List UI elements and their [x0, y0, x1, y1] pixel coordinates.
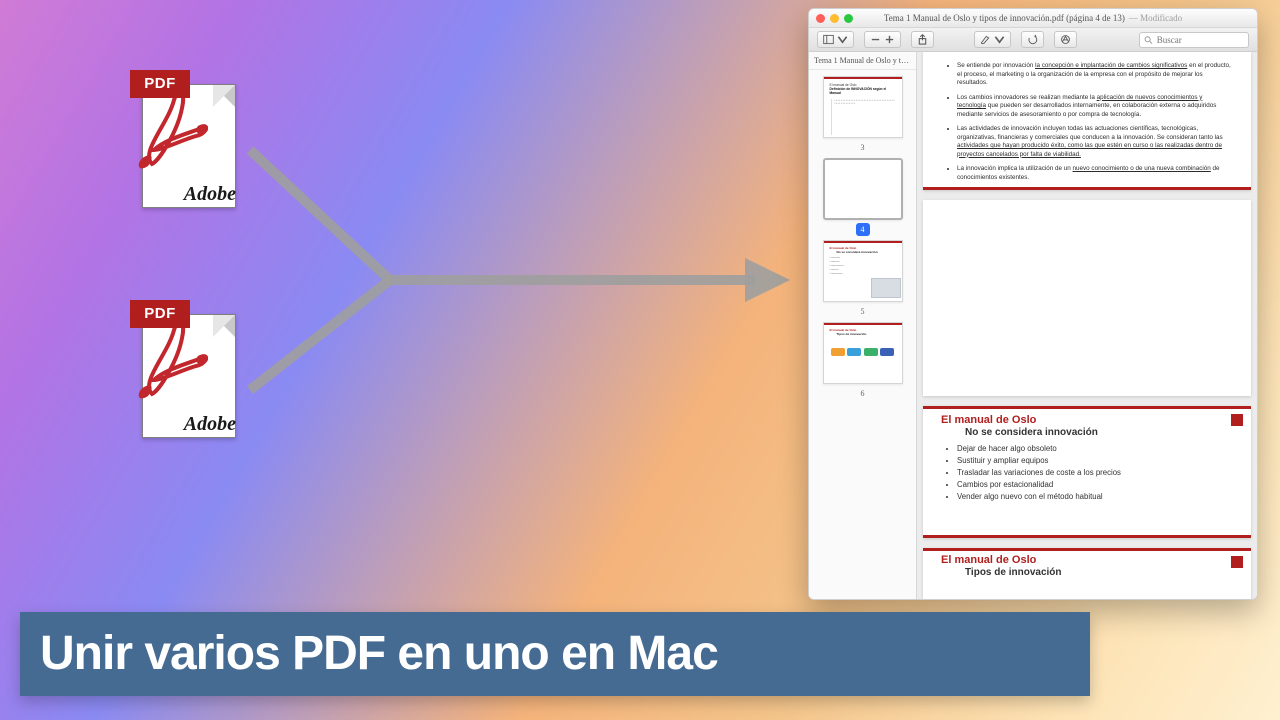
page-thumbnail[interactable]: El manual de Oslo No se considera innova… — [823, 240, 903, 318]
minimize-window-button[interactable] — [830, 14, 839, 23]
adobe-label: Adobe — [184, 413, 236, 436]
thumbnail-page-number: 6 — [856, 387, 870, 400]
thumbnail-page-number: 3 — [856, 141, 870, 154]
window-traffic-lights — [816, 9, 853, 27]
slide-bullet: La innovación implica la utilización de … — [957, 165, 1231, 182]
markup-toolbar-button[interactable] — [1054, 31, 1077, 48]
adobe-swirl-icon — [138, 320, 208, 406]
slide-bullet: Los cambios innovadores se realizan medi… — [957, 94, 1231, 120]
slide-bullet: Cambios por estacionalidad — [957, 480, 1235, 489]
document-page: El manual de Oslo No se considera innova… — [923, 406, 1251, 538]
search-icon — [1144, 35, 1153, 45]
slide-bullet: Las actividades de innovación incluyen t… — [957, 125, 1231, 159]
rotate-button[interactable] — [1021, 31, 1044, 48]
close-window-button[interactable] — [816, 14, 825, 23]
page-thumbnail[interactable]: El manual de Oslo Tipos de innovación 6 — [823, 322, 903, 400]
search-field[interactable] — [1139, 32, 1249, 48]
zoom-window-button[interactable] — [844, 14, 853, 23]
pdf-source-icon-2: PDF Adobe — [130, 300, 240, 440]
sidebar-view-button[interactable] — [817, 31, 854, 48]
highlight-button[interactable] — [974, 31, 1011, 48]
adobe-swirl-icon — [138, 90, 208, 176]
video-caption-bar: Unir varios PDF en uno en Mac — [20, 612, 1090, 696]
zoom-group[interactable] — [864, 31, 901, 48]
thumbnail-page-number: 5 — [856, 305, 870, 318]
slide-subtitle: No se considera innovación — [965, 427, 1235, 438]
search-input[interactable] — [1157, 35, 1244, 45]
slide-title: El manual de Oslo — [941, 554, 1235, 566]
adobe-label: Adobe — [184, 183, 236, 206]
thumbnail-page-number: 4 — [856, 223, 870, 236]
slide-bullet: Sustituir y ampliar equipos — [957, 456, 1235, 465]
document-viewport[interactable]: Se entiende por innovación la concepción… — [917, 52, 1257, 599]
slide-bullet: Vender algo nuevo con el método habitual — [957, 492, 1235, 501]
chevron-down-icon — [837, 34, 848, 45]
window-title: Tema 1 Manual de Oslo y tipos de innovac… — [884, 13, 1125, 23]
page-thumbnail[interactable]: 4 — [823, 158, 903, 236]
slide-bullet: Se entiende por innovación la concepción… — [957, 62, 1231, 88]
pdf-source-icon-1: PDF Adobe — [130, 70, 240, 210]
pdf-badge: PDF — [130, 300, 190, 328]
window-titlebar[interactable]: Tema 1 Manual de Oslo y tipos de innovac… — [809, 9, 1257, 28]
window-modified-label: — Modificado — [1129, 13, 1182, 23]
thumbnail-sidebar: Tema 1 Manual de Oslo y tipos d… El manu… — [809, 52, 917, 599]
slide-bullet: Trasladar las variaciones de coste a los… — [957, 468, 1235, 477]
slide-title: El manual de Oslo — [941, 414, 1235, 426]
pdf-badge: PDF — [130, 70, 190, 98]
slide-bullet: Dejar de hacer algo obsoleto — [957, 444, 1235, 453]
merge-arrow-icon — [230, 90, 790, 410]
document-page — [923, 200, 1251, 396]
sidebar-doc-title[interactable]: Tema 1 Manual de Oslo y tipos d… — [809, 52, 916, 70]
page-thumbnail[interactable]: El manual de OsloDefinición de INNOVACIÓ… — [823, 76, 903, 154]
document-page: Se entiende por innovación la concepción… — [923, 52, 1251, 190]
chevron-down-icon — [994, 34, 1005, 45]
slide-subtitle: Tipos de innovación — [965, 567, 1235, 578]
document-page: El manual de Oslo Tipos de innovación — [923, 548, 1251, 599]
share-button[interactable] — [911, 31, 934, 48]
window-toolbar — [809, 28, 1257, 52]
preview-window: Tema 1 Manual de Oslo y tipos de innovac… — [808, 8, 1258, 600]
